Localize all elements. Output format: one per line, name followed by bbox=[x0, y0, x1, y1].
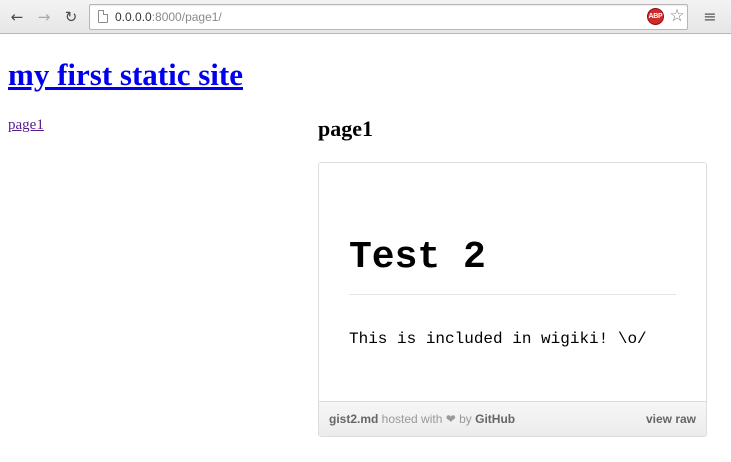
reload-icon: ↻ bbox=[64, 7, 78, 26]
page-icon bbox=[98, 10, 108, 23]
gist-footer: gist2.md hosted with ❤ by GitHub view ra… bbox=[319, 401, 706, 436]
sidebar-link-page1[interactable]: page1 bbox=[8, 116, 44, 134]
gist-paragraph: This is included in wigiki! \o/ bbox=[349, 330, 647, 348]
github-link[interactable]: GitHub bbox=[475, 412, 515, 426]
address-bar[interactable]: 0.0.0.0:8000/page1/ ABP ☆ bbox=[89, 4, 688, 30]
page-heading: page1 bbox=[318, 116, 373, 141]
gist-embed: Test 2 This is included in wigiki! \o/ g… bbox=[318, 162, 707, 437]
browser-toolbar: ← → ↻ 0.0.0.0:8000/page1/ ABP ☆ ≡ bbox=[0, 0, 731, 34]
reload-button[interactable]: ↻ bbox=[60, 6, 82, 28]
back-button[interactable]: ← bbox=[6, 6, 28, 28]
view-raw-link[interactable]: view raw bbox=[646, 402, 696, 436]
adblock-icon[interactable]: ABP bbox=[647, 8, 664, 25]
gist-content: Test 2 This is included in wigiki! \o/ bbox=[319, 163, 706, 401]
site-title: my first static site bbox=[8, 56, 243, 94]
url-path: :8000/page1/ bbox=[151, 10, 222, 24]
back-arrow-icon: ← bbox=[10, 7, 24, 26]
forward-button[interactable]: → bbox=[33, 6, 55, 28]
site-title-link[interactable]: my first static site bbox=[8, 57, 243, 92]
url-host: 0.0.0.0 bbox=[115, 10, 152, 24]
menu-icon[interactable]: ≡ bbox=[700, 8, 720, 26]
forward-arrow-icon: → bbox=[37, 7, 51, 26]
gist-divider bbox=[349, 294, 676, 295]
address-bar-url[interactable]: 0.0.0.0:8000/page1/ bbox=[115, 5, 222, 29]
gist-heading: Test 2 bbox=[349, 236, 486, 279]
gist-hosted-text: hosted with ❤ by bbox=[378, 412, 476, 426]
gist-filename-link[interactable]: gist2.md bbox=[329, 412, 378, 426]
bookmark-star-icon[interactable]: ☆ bbox=[668, 6, 686, 26]
